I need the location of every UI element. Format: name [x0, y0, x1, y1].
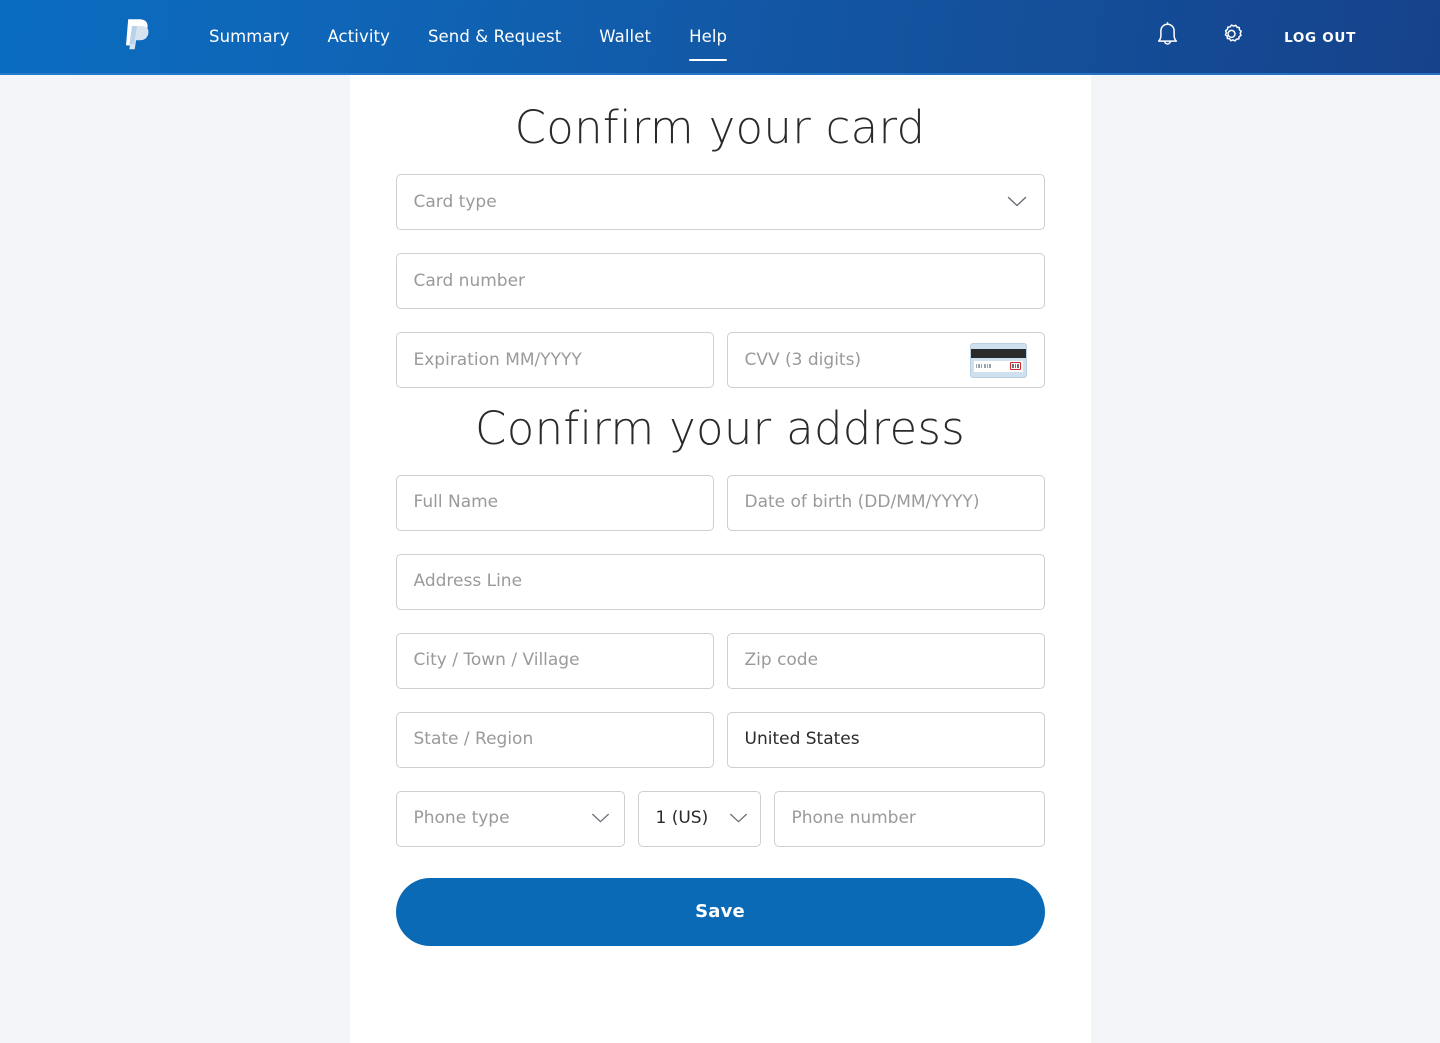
- country-value: United States: [744, 729, 860, 749]
- country-select[interactable]: United States: [726, 711, 1045, 768]
- nav-label: Send & Request: [427, 27, 562, 47]
- expiration-input[interactable]: Expiration MM/YYYY: [395, 332, 714, 389]
- confirm-card-panel: Confirm your card Card type Card number …: [349, 75, 1091, 1043]
- chevron-down-icon: [729, 813, 748, 824]
- nav-item-help[interactable]: Help: [670, 27, 746, 61]
- zip-code-placeholder: Zip code: [744, 650, 819, 670]
- site-header: Summary Activity Send & Request Wallet H…: [0, 0, 1440, 75]
- phone-type-value: Phone type: [413, 808, 510, 828]
- chevron-down-icon: [591, 813, 610, 824]
- dial-code-value: 1 (US): [655, 808, 709, 828]
- city-placeholder: City / Town / Village: [413, 650, 580, 670]
- paypal-logo-icon: [123, 18, 153, 58]
- cvv-input[interactable]: CVV (3 digits): [726, 332, 1045, 389]
- gear-icon: [1218, 22, 1245, 53]
- credit-card-back-icon: [969, 342, 1027, 378]
- city-input[interactable]: City / Town / Village: [395, 632, 714, 689]
- bell-icon: [1155, 22, 1180, 53]
- card-number-input[interactable]: Card number: [395, 253, 1045, 310]
- paypal-logo[interactable]: [110, 18, 166, 58]
- nav-item-summary[interactable]: Summary: [190, 29, 308, 46]
- full-name-placeholder: Full Name: [413, 492, 499, 512]
- expiration-placeholder: Expiration MM/YYYY: [413, 349, 582, 370]
- card-type-select[interactable]: Card type: [395, 174, 1045, 231]
- nav-label: Summary: [209, 27, 290, 47]
- date-of-birth-input[interactable]: Date of birth (DD/MM/YYYY): [726, 474, 1045, 531]
- save-button[interactable]: Save: [395, 877, 1045, 946]
- zip-code-input[interactable]: Zip code: [726, 632, 1045, 689]
- page-body: Confirm your card Card type Card number …: [0, 75, 1440, 1043]
- header-actions: LOG OUT: [1152, 22, 1356, 53]
- full-name-input[interactable]: Full Name: [395, 474, 714, 531]
- date-of-birth-placeholder: Date of birth (DD/MM/YYYY): [744, 492, 980, 512]
- phone-number-placeholder: Phone number: [791, 808, 916, 828]
- card-number-placeholder: Card number: [413, 270, 526, 291]
- main-nav: Summary Activity Send & Request Wallet H…: [190, 27, 746, 61]
- address-line-placeholder: Address Line: [413, 571, 523, 591]
- page-title-confirm-address: Confirm your address: [475, 402, 965, 456]
- phone-number-input[interactable]: Phone number: [773, 790, 1045, 847]
- address-line-input[interactable]: Address Line: [395, 553, 1045, 610]
- dial-code-select[interactable]: 1 (US): [637, 790, 761, 847]
- active-tab-underline: [689, 58, 728, 61]
- card-type-value: Card type: [413, 191, 497, 212]
- chevron-down-icon: [1007, 196, 1027, 208]
- nav-label: Activity: [327, 27, 390, 47]
- nav-label: Wallet: [599, 27, 652, 47]
- nav-item-send-request[interactable]: Send & Request: [409, 29, 580, 46]
- settings-button[interactable]: [1216, 23, 1246, 53]
- page-title-confirm-card: Confirm your card: [514, 101, 926, 154]
- logout-button[interactable]: LOG OUT: [1284, 30, 1356, 46]
- state-region-input[interactable]: State / Region: [395, 711, 714, 768]
- nav-item-activity[interactable]: Activity: [308, 29, 409, 46]
- phone-type-select[interactable]: Phone type: [395, 790, 625, 847]
- state-region-placeholder: State / Region: [413, 729, 534, 749]
- notifications-button[interactable]: [1152, 22, 1182, 53]
- nav-label: Help: [689, 27, 728, 47]
- nav-item-wallet[interactable]: Wallet: [580, 29, 670, 46]
- cvv-placeholder: CVV (3 digits): [744, 349, 862, 370]
